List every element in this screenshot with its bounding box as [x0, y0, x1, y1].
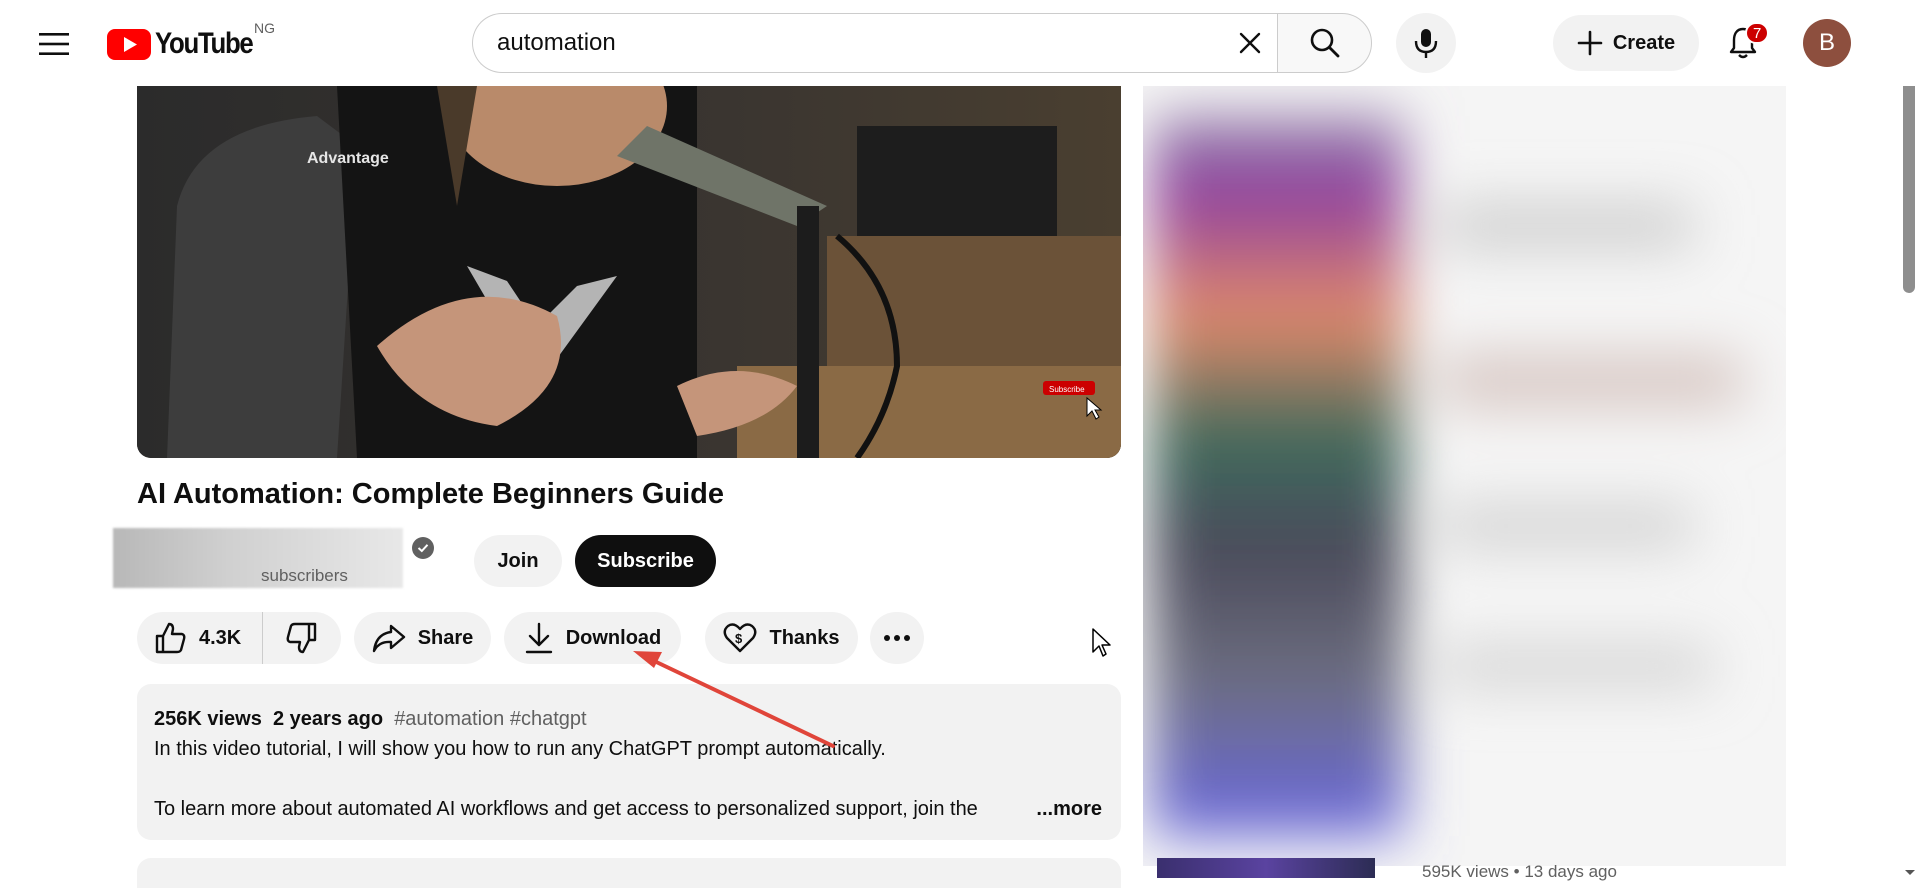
youtube-play-icon — [107, 28, 151, 60]
share-icon — [372, 624, 405, 653]
hamburger-icon[interactable] — [34, 24, 74, 64]
thanks-label: Thanks — [769, 626, 840, 649]
thumbs-up-icon — [155, 622, 186, 654]
svg-text:$: $ — [735, 631, 743, 646]
scrollbar-thumb[interactable] — [1903, 80, 1915, 293]
video-title: AI Automation: Complete Beginners Guide — [137, 478, 725, 510]
description-line-1: In this video tutorial, I will show you … — [154, 738, 886, 760]
search-icon — [1310, 28, 1339, 58]
download-button[interactable]: Download — [504, 612, 681, 664]
comments-section-top — [137, 858, 1121, 888]
clear-search-icon[interactable] — [1230, 23, 1270, 63]
search-button[interactable] — [1277, 13, 1372, 73]
view-count: 256K views — [154, 708, 262, 730]
thanks-button[interactable]: $ Thanks — [705, 612, 858, 664]
youtube-logo[interactable]: YouTube — [107, 24, 268, 64]
hashtags[interactable]: #automation #chatgpt — [394, 708, 586, 730]
share-label: Share — [417, 626, 474, 649]
plus-icon — [1577, 30, 1603, 56]
chair-brand-text: Advantage — [307, 150, 389, 167]
subscribe-button[interactable]: Subscribe — [575, 535, 716, 587]
sidebar-video-meta: 595K views • 13 days ago — [1422, 862, 1617, 881]
more-horizontal-icon — [884, 635, 910, 641]
share-button[interactable]: Share — [354, 612, 491, 664]
verified-badge-icon — [412, 537, 434, 559]
subscriber-count: subscribers — [261, 566, 348, 585]
like-dislike-group: 4.3K — [137, 612, 341, 664]
upload-age: 2 years ago — [272, 708, 384, 730]
show-more-link[interactable]: ...more — [1028, 794, 1102, 824]
create-button[interactable]: Create — [1553, 15, 1699, 71]
description-meta: 256K views 2 years ago #automation #chat… — [154, 704, 1104, 734]
video-player[interactable]: Advantage Subscribe — [137, 86, 1121, 458]
join-button[interactable]: Join — [474, 535, 562, 587]
voice-search-button[interactable] — [1396, 13, 1456, 73]
create-label: Create — [1612, 31, 1676, 54]
heart-dollar-icon: $ — [724, 623, 757, 653]
search-input[interactable] — [497, 14, 1177, 72]
microphone-icon — [1414, 29, 1438, 58]
country-code: NG — [254, 20, 275, 36]
logo-text: YouTube — [155, 27, 254, 60]
like-count: 4.3K — [199, 626, 242, 649]
dislike-button[interactable] — [263, 612, 341, 664]
download-label: Download — [565, 626, 662, 649]
description-box[interactable]: 256K views 2 years ago #automation #chat… — [137, 684, 1121, 840]
thumbs-down-icon — [286, 622, 317, 654]
notification-badge: 7 — [1745, 22, 1770, 44]
like-button[interactable]: 4.3K — [137, 612, 263, 664]
channel-info-redacted[interactable] — [113, 528, 403, 588]
masthead: YouTube NG Create 7 B — [0, 0, 1920, 86]
mouse-cursor-icon — [1092, 628, 1112, 663]
download-icon — [525, 622, 552, 654]
sidebar-thumbnail[interactable] — [1157, 858, 1375, 878]
description-line-2: To learn more about automated AI workflo… — [154, 798, 978, 820]
video-subscribe-overlay: Subscribe — [1049, 385, 1085, 394]
search-box — [472, 13, 1278, 73]
more-actions-button[interactable] — [870, 612, 924, 664]
avatar[interactable]: B — [1803, 19, 1851, 67]
recommendations-panel-redacted[interactable] — [1143, 86, 1786, 866]
